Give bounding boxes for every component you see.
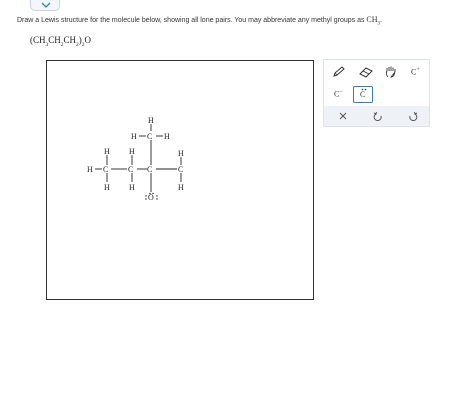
close-icon[interactable] [339,112,347,120]
atom-c: C [128,165,133,174]
atom-c: C [103,165,108,174]
collapse-toggle[interactable] [30,0,60,11]
atom-h: H [131,132,137,141]
eraser-icon[interactable] [357,66,375,78]
prompt-ch3: CH3 [366,15,381,27]
atom-h: H [129,183,135,192]
atom-h: H [87,165,93,174]
atom-c: C [147,132,152,141]
undo-icon[interactable] [373,111,383,121]
hand-icon[interactable] [384,65,398,79]
atom-h: H [148,116,154,125]
tool-row-primary: C+ [324,60,429,84]
prompt-text: Draw a Lewis structure for the molecule … [17,17,367,24]
condensed-formula: (CH3CH2CH2)2O [30,35,92,48]
negative-charge-button[interactable]: C− [334,89,343,99]
pencil-icon[interactable] [332,66,346,78]
lone-pair-dots-icon [361,88,367,91]
chevron-down-icon [41,2,51,8]
lewis-structure: H H C H H H H H C C C C H H H O [87,116,184,202]
drawing-toolbar: C+ C− C [323,59,430,127]
atom-h: H [178,183,184,192]
redo-icon[interactable] [408,111,418,121]
atom-h: H [104,147,110,156]
atom-o: O [148,193,154,202]
atom-h: H [178,149,184,158]
atom-c: C [178,165,183,174]
drawing-canvas[interactable]: H H C H H H H H C C C C H H H O [46,60,314,300]
lone-pair-tool-button[interactable]: C [353,86,373,103]
atom-h: H [164,132,170,141]
atom-labels: H H C H H H H H C C C C H H H O [87,116,184,202]
tool-row-secondary: C− C [324,84,429,106]
question-prompt: Draw a Lewis structure for the molecule … [17,15,382,27]
atom-h: H [129,147,135,156]
atom-h: H [104,183,110,192]
atom-c: C [147,165,152,174]
add-charge-button[interactable]: C+ [411,67,420,77]
tool-row-actions [324,106,429,126]
